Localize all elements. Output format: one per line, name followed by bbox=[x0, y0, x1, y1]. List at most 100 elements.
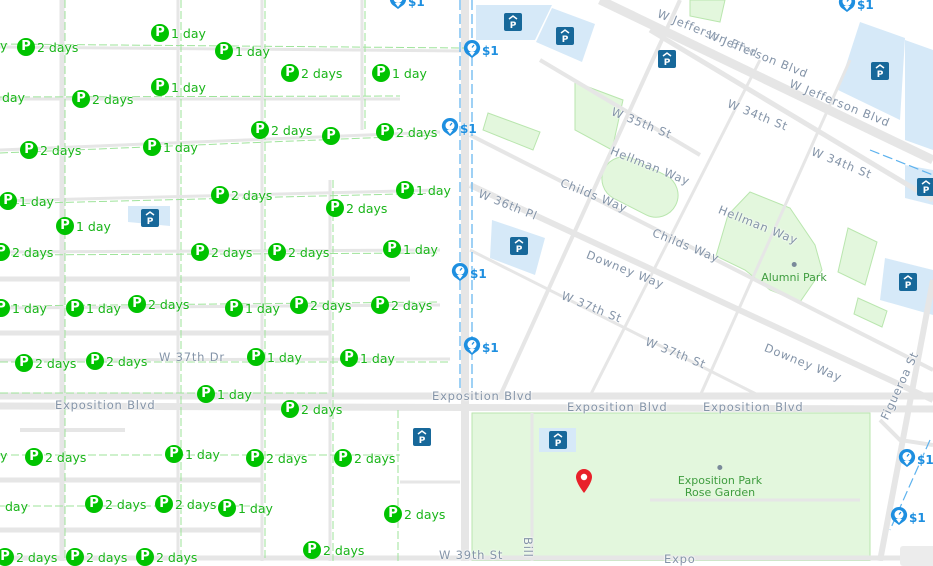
meter-pin[interactable]: $1 bbox=[838, 0, 874, 17]
parking-p-icon: P bbox=[128, 295, 146, 313]
parking-garage-icon[interactable]: P bbox=[658, 50, 676, 68]
free-parking-pin[interactable]: P2 days bbox=[136, 548, 197, 566]
parking-p-icon: P bbox=[56, 217, 74, 235]
free-parking-pin[interactable]: P2 days bbox=[128, 295, 189, 313]
free-parking-pin[interactable]: P2 days bbox=[72, 90, 133, 108]
free-parking-pin[interactable]: P1 day bbox=[215, 42, 270, 60]
poi-dot-icon bbox=[717, 465, 723, 470]
free-parking-pin[interactable]: P2 days bbox=[211, 186, 272, 204]
parking-garage-icon[interactable]: P bbox=[504, 13, 522, 31]
free-parking-pin[interactable]: P1 day bbox=[66, 299, 121, 317]
street-label: Exposition Blvd bbox=[432, 389, 533, 403]
location-pin-icon[interactable] bbox=[574, 468, 594, 494]
parking-garage-icon[interactable]: P bbox=[510, 237, 528, 255]
free-parking-pin[interactable]: P2 days bbox=[191, 243, 252, 261]
meter-pin[interactable]: $1 bbox=[389, 0, 425, 14]
free-parking-pin[interactable]: P1 day bbox=[247, 348, 302, 366]
free-parking-pin[interactable]: P2 days bbox=[251, 121, 312, 139]
free-parking-pin[interactable]: P2 days bbox=[0, 548, 57, 566]
free-parking-pin[interactable]: P2 days bbox=[371, 296, 432, 314]
parking-p-icon: P bbox=[0, 299, 10, 317]
parking-garage-icon[interactable]: P bbox=[549, 431, 567, 449]
parking-duration: 1 day bbox=[392, 65, 427, 81]
street-label: W Jefferson Blvd bbox=[705, 27, 811, 81]
street-label: W 39th St bbox=[439, 548, 504, 562]
free-parking-pin[interactable]: P2 days bbox=[246, 449, 307, 467]
free-parking-pin[interactable]: P2 days bbox=[155, 495, 216, 513]
poi-label[interactable]: Alumni Park bbox=[761, 262, 827, 284]
meter-pin[interactable]: $1 bbox=[451, 262, 487, 286]
parking-duration: 2 days bbox=[148, 296, 190, 312]
meter-pin[interactable]: $1 bbox=[898, 448, 933, 472]
parking-p-icon: P bbox=[66, 299, 84, 317]
free-parking-pin[interactable]: P1 day bbox=[165, 445, 220, 463]
parking-p-icon: P bbox=[0, 243, 10, 261]
parking-duration: 1 day bbox=[163, 139, 198, 155]
meter-pin[interactable]: $1 bbox=[463, 336, 499, 360]
free-parking-pin[interactable]: P1 day bbox=[143, 138, 198, 156]
free-parking-pin[interactable]: P2 days bbox=[25, 448, 86, 466]
free-parking-pin[interactable]: P2 days bbox=[20, 141, 81, 159]
free-parking-pin[interactable]: P2 days bbox=[281, 400, 342, 418]
free-parking-pin[interactable]: P2 days bbox=[376, 123, 437, 141]
meter-price: $1 bbox=[460, 122, 477, 136]
free-parking-pin[interactable]: P2 days bbox=[0, 243, 53, 261]
free-parking-pin[interactable]: P1 day bbox=[56, 217, 111, 235]
free-parking-pin[interactable]: P1 day bbox=[383, 240, 438, 258]
parking-p-icon: P bbox=[0, 548, 14, 566]
parking-p-icon: P bbox=[72, 90, 90, 108]
free-parking-pin[interactable]: P1 day bbox=[0, 192, 54, 210]
parking-p-icon: P bbox=[303, 541, 321, 559]
parking-meter-icon bbox=[463, 336, 481, 360]
free-parking-pin[interactable]: P1 day bbox=[197, 385, 252, 403]
parking-garage-icon[interactable]: P bbox=[556, 27, 574, 45]
svg-text:P: P bbox=[510, 21, 517, 31]
parking-garage-icon[interactable]: P bbox=[917, 178, 933, 196]
free-parking-pin[interactable]: P2 days bbox=[86, 352, 147, 370]
street-label: Hellman Way bbox=[716, 202, 801, 248]
meter-pin[interactable]: $1 bbox=[890, 506, 926, 530]
svg-text:P: P bbox=[147, 217, 154, 227]
parking-duration: 2 days bbox=[346, 200, 388, 216]
free-parking-pin[interactable]: P1 day bbox=[151, 78, 206, 96]
parking-garage-icon[interactable]: P bbox=[141, 209, 159, 227]
parking-p-icon: P bbox=[151, 78, 169, 96]
poi-label[interactable]: Exposition Park Rose Garden bbox=[678, 465, 762, 499]
parking-meter-icon bbox=[451, 262, 469, 286]
free-parking-pin[interactable]: P1 day bbox=[396, 181, 451, 199]
free-parking-pin[interactable]: P1 day bbox=[0, 299, 47, 317]
street-label: W Jefferson Blvd bbox=[787, 76, 893, 130]
parking-garage-icon[interactable]: P bbox=[899, 273, 917, 291]
parking-p-icon: P bbox=[20, 141, 38, 159]
free-parking-pin[interactable]: P2 days bbox=[268, 243, 329, 261]
free-parking-pin[interactable]: P2 days bbox=[326, 199, 387, 217]
free-parking-pin[interactable]: P2 days bbox=[290, 296, 351, 314]
free-parking-pin[interactable]: P2 days bbox=[85, 495, 146, 513]
free-parking-pin[interactable]: P2 days bbox=[66, 548, 127, 566]
free-parking-pin[interactable]: P1 day bbox=[372, 64, 427, 82]
parking-p-icon: P bbox=[0, 192, 17, 210]
free-parking-pin[interactable]: P2 days bbox=[15, 354, 76, 372]
map-zoom-control[interactable] bbox=[900, 546, 933, 566]
meter-pin[interactable]: $1 bbox=[463, 39, 499, 63]
free-parking-pin[interactable]: P1 day bbox=[340, 349, 395, 367]
free-parking-pin[interactable]: P2 days bbox=[17, 38, 78, 56]
free-parking-pin[interactable]: P2 days bbox=[334, 449, 395, 467]
parking-p-icon: P bbox=[165, 445, 183, 463]
parking-duration: 1 day bbox=[416, 182, 451, 198]
free-parking-pin[interactable]: P2 days bbox=[303, 541, 364, 559]
free-parking-pin[interactable]: P1 day bbox=[151, 24, 206, 42]
parking-duration-partial: y bbox=[0, 448, 8, 463]
free-parking-pin[interactable]: P bbox=[322, 127, 340, 145]
free-parking-pin[interactable]: P2 days bbox=[281, 64, 342, 82]
parking-duration: 1 day bbox=[403, 241, 438, 257]
parking-garage-icon[interactable]: P bbox=[871, 62, 889, 80]
free-parking-pin[interactable]: P1 day bbox=[225, 299, 280, 317]
parking-garage-icon[interactable]: P bbox=[413, 428, 431, 446]
street-label: Exposition Blvd bbox=[703, 400, 804, 414]
meter-pin[interactable]: $1 bbox=[441, 117, 477, 141]
parking-p-icon: P bbox=[215, 42, 233, 60]
parking-p-icon: P bbox=[85, 495, 103, 513]
free-parking-pin[interactable]: P1 day bbox=[218, 499, 273, 517]
free-parking-pin[interactable]: P2 days bbox=[384, 505, 445, 523]
